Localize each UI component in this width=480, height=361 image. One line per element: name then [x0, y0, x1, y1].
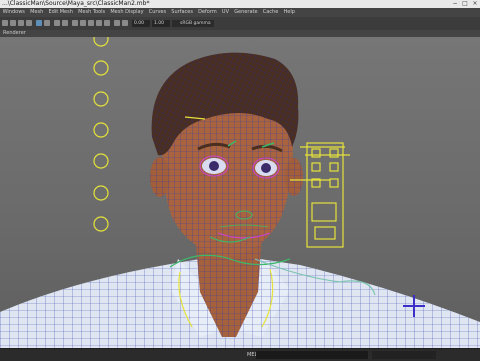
- bookmark-icon[interactable]: [18, 20, 24, 26]
- film-gate-icon[interactable]: [44, 20, 50, 26]
- minimize-button[interactable]: −: [452, 0, 458, 8]
- face-control-panel[interactable]: [306, 142, 344, 248]
- maximize-button[interactable]: □: [462, 0, 468, 8]
- colorspace-dropdown[interactable]: sRGB gamma: [172, 20, 214, 27]
- control-circle[interactable]: [93, 216, 109, 232]
- exposure-field[interactable]: 0.00: [132, 20, 150, 27]
- gamma-field[interactable]: 1.00: [152, 20, 170, 27]
- command-output: [372, 351, 436, 359]
- menu-deform[interactable]: Deform: [196, 8, 220, 17]
- close-button[interactable]: ×: [472, 0, 478, 8]
- menu-bar: Windows Mesh Edit Mesh Mesh Tools Mesh D…: [0, 8, 480, 17]
- control-circle[interactable]: [93, 60, 109, 76]
- wireframe-icon[interactable]: [72, 20, 78, 26]
- xray-icon[interactable]: [114, 20, 120, 26]
- image-plane-icon[interactable]: [26, 20, 32, 26]
- panel-toolbar: 0.00 1.00 sRGB gamma: [0, 17, 480, 31]
- control-circle[interactable]: [93, 185, 109, 201]
- control-circle[interactable]: [93, 91, 109, 107]
- menu-mesh-display[interactable]: Mesh Display: [108, 8, 146, 17]
- viewport-scene: [0, 37, 480, 348]
- attributes-icon[interactable]: [10, 20, 16, 26]
- menu-edit-mesh[interactable]: Edit Mesh: [46, 8, 76, 17]
- lighting-icon[interactable]: [96, 20, 102, 26]
- camera-icon[interactable]: [2, 20, 8, 26]
- menu-surfaces[interactable]: Surfaces: [169, 8, 196, 17]
- menu-cache[interactable]: Cache: [260, 8, 281, 17]
- command-line-bar: MEL: [0, 348, 480, 361]
- window-controls: − □ ×: [452, 0, 478, 8]
- smooth-shade-icon[interactable]: [80, 20, 86, 26]
- textured-icon[interactable]: [88, 20, 94, 26]
- menu-windows[interactable]: Windows: [0, 8, 28, 17]
- menu-mesh-tools[interactable]: Mesh Tools: [76, 8, 108, 17]
- menu-generate[interactable]: Generate: [232, 8, 261, 17]
- resolution-gate-icon[interactable]: [54, 20, 60, 26]
- viewport[interactable]: [0, 37, 480, 348]
- control-circle[interactable]: [93, 37, 109, 47]
- command-input[interactable]: [256, 351, 368, 359]
- shadows-icon[interactable]: [104, 20, 110, 26]
- title-bar: ...\ClassicMan\Source\Maya_src\ClassicMa…: [0, 0, 480, 8]
- menu-uv[interactable]: UV: [219, 8, 231, 17]
- gate-mask-icon[interactable]: [62, 20, 68, 26]
- menu-mesh[interactable]: Mesh: [28, 8, 46, 17]
- panel-label: Renderer: [0, 30, 480, 37]
- menu-help[interactable]: Help: [281, 8, 298, 17]
- window-title: ...\ClassicMan\Source\Maya_src\ClassicMa…: [2, 0, 150, 7]
- isolate-select-icon[interactable]: [122, 20, 128, 26]
- menu-curves[interactable]: Curves: [146, 8, 169, 17]
- control-circle[interactable]: [93, 153, 109, 169]
- grid-icon[interactable]: [36, 20, 42, 26]
- control-circle[interactable]: [93, 122, 109, 138]
